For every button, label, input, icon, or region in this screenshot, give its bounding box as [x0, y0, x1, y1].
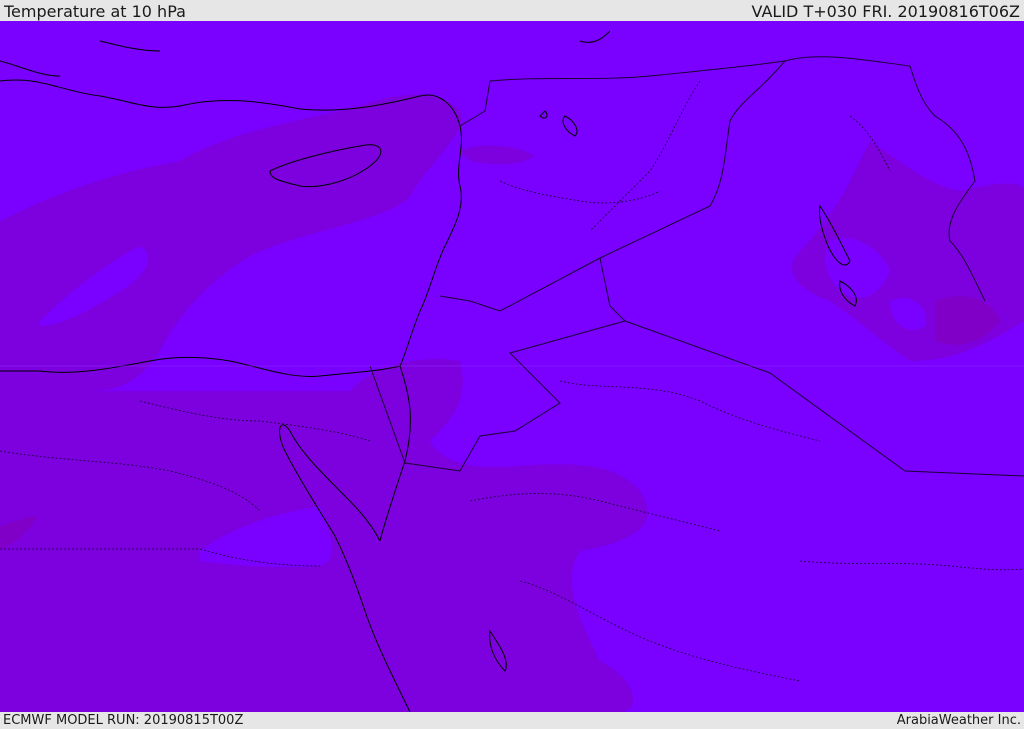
valid-time: VALID T+030 FRI. 20190816T06Z	[751, 2, 1020, 21]
map-panel[interactable]	[0, 21, 1024, 712]
header-bar: Temperature at 10 hPa VALID T+030 FRI. 2…	[0, 0, 1024, 21]
map-title: Temperature at 10 hPa	[4, 2, 186, 21]
credit: ArabiaWeather Inc.	[896, 713, 1021, 728]
footer-bar: ECMWF MODEL RUN: 20190815T00Z ArabiaWeat…	[0, 712, 1024, 729]
model-run: ECMWF MODEL RUN: 20190815T00Z	[3, 713, 244, 728]
temperature-map[interactable]	[0, 21, 1024, 712]
